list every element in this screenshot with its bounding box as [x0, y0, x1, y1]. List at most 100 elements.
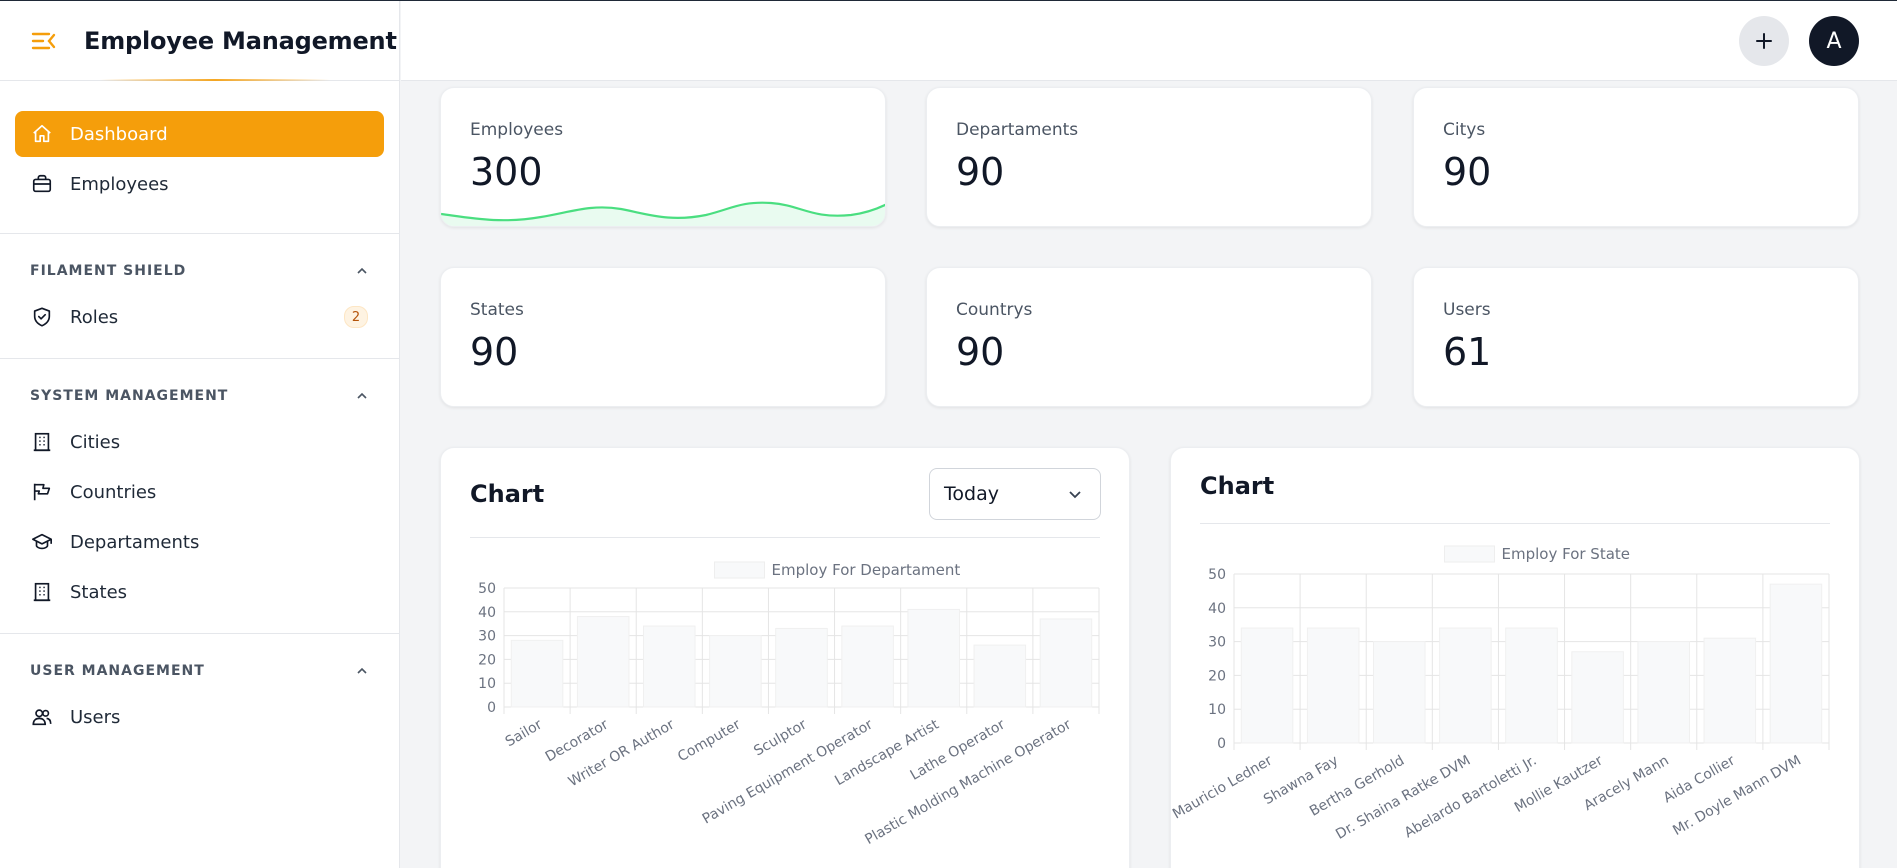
sidebar-item-states[interactable]: States [15, 569, 384, 615]
shield-check-icon [30, 305, 54, 329]
x-tick-label: Sculptor [751, 716, 809, 759]
stat-label: Employees [470, 120, 564, 140]
x-tick-label: Mauricio Ledner [1171, 752, 1275, 822]
sparkline-chart [441, 201, 885, 226]
stat-card-states: States 90 [440, 267, 886, 407]
sidebar-item-departaments[interactable]: Departaments [15, 519, 384, 565]
sidebar-item-label: Employees [70, 173, 169, 195]
bar[interactable] [907, 608, 961, 708]
stat-card-users: Users 61 [1413, 267, 1859, 407]
main-nav: Dashboard Employees [0, 81, 399, 207]
select-value: Today [944, 483, 999, 505]
chevron-down-icon [1069, 491, 1081, 499]
sidebar-item-label: Dashboard [70, 123, 168, 145]
sidebar-item-label: Departaments [70, 531, 200, 553]
stat-value: 61 [1443, 330, 1492, 374]
y-tick-label: 50 [478, 581, 496, 597]
y-tick-label: 0 [1217, 736, 1226, 752]
bar[interactable] [510, 639, 564, 708]
collapse-sidebar-icon[interactable] [30, 27, 58, 55]
stat-value: 90 [956, 150, 1005, 194]
sidebar-item-countries[interactable]: Countries [15, 469, 384, 515]
chart-card-states: Chart Employ For State 0 10 20 30 40 50 Maurici… [1170, 447, 1860, 868]
stat-card-departaments: Departaments 90 [926, 87, 1372, 227]
building-icon [30, 430, 54, 454]
y-tick-label: 10 [478, 676, 496, 692]
brand-header: Employee Management [0, 1, 399, 81]
sidebar-item-dashboard[interactable]: Dashboard [15, 111, 384, 157]
sidebar-item-employees[interactable]: Employees [15, 161, 384, 207]
bar[interactable] [1571, 651, 1624, 744]
stat-label: Users [1443, 300, 1491, 320]
chart-legend: Employ For Departament [714, 561, 961, 579]
section-label: USER MANAGEMENT [30, 663, 205, 679]
stat-label: States [470, 300, 524, 320]
bar[interactable] [1505, 627, 1558, 744]
bar[interactable] [841, 625, 894, 708]
bar-chart-states: Employ For State 0 10 20 30 40 50 Mauricio Ledn… [1171, 545, 1830, 843]
bar[interactable] [1769, 583, 1823, 744]
chevron-up-icon [357, 667, 367, 674]
bar[interactable] [1306, 627, 1360, 744]
legend-label: Employ For State [1502, 545, 1631, 563]
legend-swatch [714, 561, 765, 579]
x-tick-label: Computer [675, 716, 743, 765]
y-tick-label: 0 [487, 700, 496, 716]
stat-label: Citys [1443, 120, 1486, 140]
bar[interactable] [642, 625, 696, 708]
chart-card-departaments: Chart Today Employ For Departament 0 10 20 3… [440, 447, 1130, 868]
y-tick-label: 40 [1208, 601, 1226, 617]
sidebar-item-label: Cities [70, 431, 121, 453]
stat-value: 90 [1443, 150, 1492, 194]
y-tick-label: 40 [478, 605, 496, 621]
bar[interactable] [973, 644, 1027, 708]
section-user-management: USER MANAGEMENT Users [0, 634, 399, 758]
add-button[interactable] [1739, 16, 1789, 66]
flag-icon [30, 480, 54, 504]
bar[interactable] [576, 616, 630, 708]
section-label: FILAMENT SHIELD [30, 263, 187, 279]
sidebar: Employee Management Dashboard Employees … [0, 1, 400, 868]
bar[interactable] [1439, 627, 1492, 744]
chart-title: Chart [470, 480, 545, 508]
stat-label: Departaments [956, 120, 1079, 140]
stat-card-countrys: Countrys 90 [926, 267, 1372, 407]
stat-value: 90 [956, 330, 1005, 374]
section-label: SYSTEM MANAGEMENT [30, 388, 229, 404]
sidebar-item-label: Countries [70, 481, 157, 503]
chart-title: Chart [1200, 472, 1275, 500]
bar[interactable] [775, 627, 828, 708]
sidebar-item-label: States [70, 581, 128, 603]
chevron-up-icon [357, 267, 367, 274]
sidebar-item-cities[interactable]: Cities [15, 419, 384, 465]
y-tick-label: 20 [478, 652, 496, 668]
bar[interactable] [1703, 637, 1757, 744]
y-tick-label: 20 [1208, 668, 1226, 684]
legend-label: Employ For Departament [772, 561, 961, 579]
section-header-filament-shield[interactable]: FILAMENT SHIELD [15, 256, 384, 286]
y-tick-label: 30 [478, 629, 496, 645]
sidebar-item-label: Users [70, 706, 121, 728]
bar[interactable] [1637, 641, 1691, 744]
stat-label: Countrys [956, 300, 1033, 320]
briefcase-icon [30, 172, 54, 196]
app-title: Employee Management [84, 26, 397, 55]
user-avatar[interactable]: A [1809, 16, 1859, 66]
bar[interactable] [1240, 627, 1294, 744]
stat-value: 90 [470, 330, 519, 374]
bar[interactable] [1039, 618, 1093, 708]
chart-filter-select[interactable]: Today [929, 468, 1101, 520]
bar[interactable] [1372, 641, 1426, 744]
sidebar-item-roles[interactable]: Roles 2 [15, 294, 384, 340]
section-header-system-management[interactable]: SYSTEM MANAGEMENT [15, 381, 384, 411]
section-filament-shield: FILAMENT SHIELD Roles 2 [0, 234, 399, 358]
stat-card-employees: Employees 300 [440, 87, 886, 227]
y-tick-label: 50 [1208, 567, 1226, 583]
brand-accent-line [100, 79, 330, 81]
sidebar-item-users[interactable]: Users [15, 694, 384, 740]
section-header-user-management[interactable]: USER MANAGEMENT [15, 656, 384, 686]
x-tick-label: Sailor [503, 716, 545, 750]
building-icon [30, 580, 54, 604]
bar[interactable] [709, 635, 762, 708]
plus-icon [1756, 33, 1772, 49]
